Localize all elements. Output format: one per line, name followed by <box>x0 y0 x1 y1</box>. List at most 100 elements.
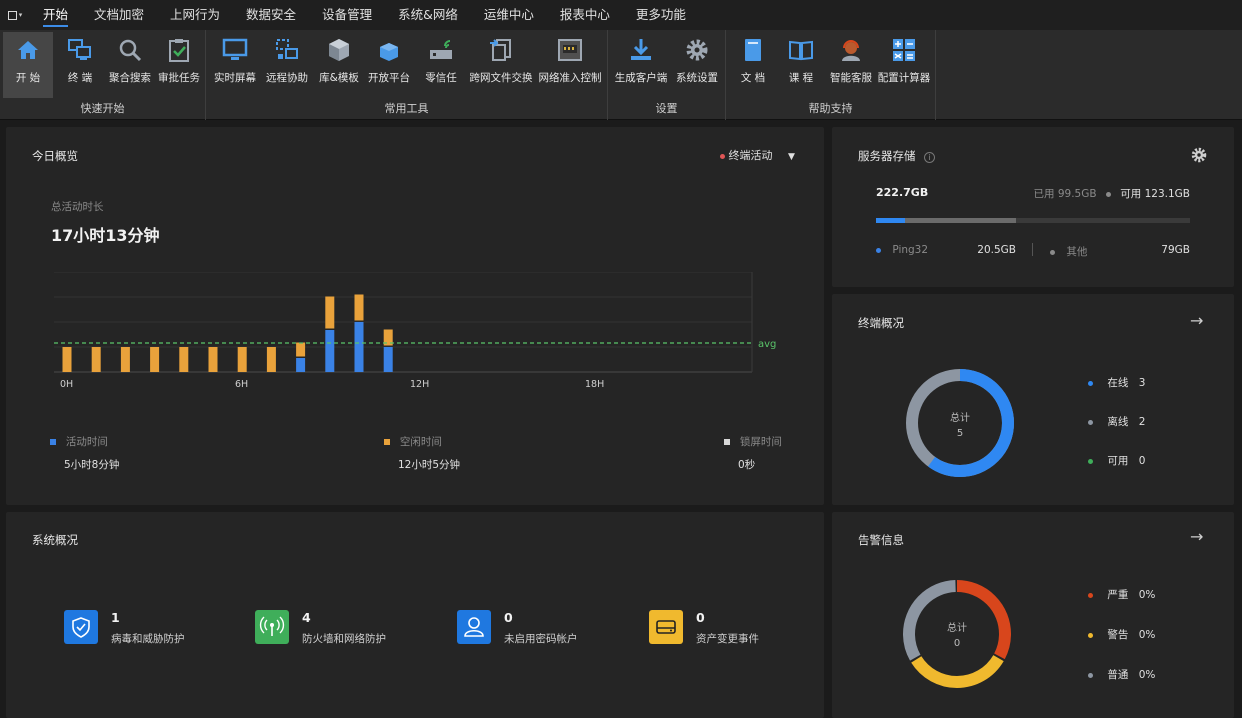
calculator-icon <box>893 39 915 61</box>
chart-bar <box>208 347 218 372</box>
legend-idle-value: 12小时5分钟 <box>398 459 461 471</box>
cross-net-file-label: 跨网文件交换 <box>469 72 533 84</box>
menu-device-mgmt[interactable]: 设备管理 <box>309 0 385 30</box>
remote-icon <box>276 39 298 59</box>
shield-icon <box>64 610 98 644</box>
monitor-icon <box>222 38 248 60</box>
chart-bar <box>296 358 306 372</box>
card-label: 病毒和威胁防护 <box>111 633 185 645</box>
menu-more[interactable]: 更多功能 <box>623 0 699 30</box>
chart-bar <box>266 347 276 372</box>
network-access-button[interactable]: 网络准入控制 <box>536 32 604 98</box>
menu-start[interactable]: 开始 <box>30 0 81 30</box>
aggregate-search-button[interactable]: 聚合搜索 <box>105 32 155 98</box>
chart-bar <box>150 347 160 372</box>
book-icon <box>745 39 761 61</box>
open-book-icon <box>789 40 813 61</box>
legend-dot <box>1088 593 1093 598</box>
library-template-button[interactable]: 库&模板 <box>314 32 364 98</box>
total-duration-value: 17小时13分钟 <box>51 226 160 245</box>
config-calculator-label: 配置计算器 <box>877 72 931 84</box>
start-button[interactable]: 开 始 <box>3 32 53 98</box>
arrow-right-icon[interactable]: → <box>1190 311 1203 330</box>
donut-center-label: 总计 <box>950 411 970 424</box>
library-template-label: 库&模板 <box>319 72 359 84</box>
ribbon-group-settings: 生成客户端 系统设置 设置 <box>608 30 726 120</box>
card-label: 防火墙和网络防护 <box>302 633 386 645</box>
realtime-screen-button[interactable]: 实时屏幕 <box>210 32 260 98</box>
chevron-down-icon: ▼ <box>788 152 795 162</box>
avail-label: 可用 <box>1120 188 1142 200</box>
legend-value: 0% <box>1138 669 1156 681</box>
divider <box>1032 243 1033 256</box>
generate-client-button[interactable]: 生成客户端 <box>612 32 670 98</box>
arrow-right-icon[interactable]: → <box>1190 527 1203 546</box>
menu-data-security[interactable]: 数据安全 <box>233 0 309 30</box>
server-storage-panel: 服务器存储 i 222.7GB 已用 99.5GB 可用 123.1GB Pin… <box>832 127 1234 287</box>
card-count: 0 <box>504 610 513 625</box>
monitors-icon <box>68 39 91 60</box>
terminal-donut: 总计 5 <box>906 369 1014 477</box>
info-icon[interactable]: i <box>924 152 936 163</box>
ribbon-group-label: 常用工具 <box>384 102 429 115</box>
activity-filter-dropdown[interactable]: 终端活动 ▼ <box>720 147 795 163</box>
storage-total: 222.7GB <box>876 186 929 199</box>
chart-bar <box>354 294 364 321</box>
system-title: 系统概况 <box>32 533 78 547</box>
terminal-available-row: 可用 0 <box>1088 453 1145 468</box>
smart-service-button[interactable]: 智能客服 <box>826 32 876 98</box>
terminal-button[interactable]: 终 端 <box>57 32 103 98</box>
separator-dot <box>1105 192 1111 197</box>
menu-ops-center[interactable]: 运维中心 <box>471 0 547 30</box>
legend-idle: 空闲时间 12小时5分钟 <box>384 434 460 472</box>
home-icon <box>18 41 38 59</box>
zero-trust-button[interactable]: 零信任 <box>416 32 466 98</box>
menu-doc-encrypt[interactable]: 文档加密 <box>81 0 157 30</box>
menu-report-center[interactable]: 报表中心 <box>547 0 623 30</box>
ribbon-group-label: 快速开始 <box>80 102 125 115</box>
approval-task-button[interactable]: 审批任务 <box>155 32 203 98</box>
file-transfer-icon <box>490 39 511 61</box>
cross-net-file-button[interactable]: 跨网文件交换 <box>468 32 534 98</box>
course-label: 课 程 <box>788 72 814 84</box>
menu-web-behavior[interactable]: 上网行为 <box>157 0 233 30</box>
docs-button[interactable]: 文 档 <box>730 32 776 98</box>
legend-name: 可用 <box>1107 455 1129 467</box>
legend-dot <box>1088 673 1093 678</box>
system-settings-button[interactable]: 系统设置 <box>672 32 722 98</box>
terminal-title: 终端概况 <box>858 316 904 330</box>
course-button[interactable]: 课 程 <box>778 32 824 98</box>
access-control-icon <box>558 39 582 61</box>
remote-assist-button[interactable]: 远程协助 <box>262 32 312 98</box>
card-count: 0 <box>696 610 705 625</box>
legend-name: 在线 <box>1107 377 1129 389</box>
legend-active: 活动时间 5小时8分钟 <box>50 434 119 472</box>
legend-dot <box>1088 459 1093 464</box>
legend-active-value: 5小时8分钟 <box>64 459 120 471</box>
chart-bar <box>354 322 364 372</box>
legend-lock: 锁屏时间 0秒 <box>724 434 782 472</box>
storage-ping-fill <box>876 218 905 223</box>
chart-bar <box>179 347 189 372</box>
legend-swatch <box>724 439 730 445</box>
ribbon-group-label: 帮助支持 <box>808 102 853 115</box>
app-menu-button[interactable]: ▾ <box>0 0 30 30</box>
card-count: 1 <box>111 610 120 625</box>
legend-name: 警告 <box>1107 629 1129 641</box>
alert-normal-row: 普通 0% <box>1088 667 1155 682</box>
realtime-screen-label: 实时屏幕 <box>214 72 256 84</box>
start-button-label: 开 始 <box>15 72 41 84</box>
storage-item-value: 20.5GB <box>977 244 1016 256</box>
terminal-offline-row: 离线 2 <box>1088 414 1145 429</box>
card-label: 未启用密码帐户 <box>504 633 578 645</box>
storage-item-other: 其他 79GB <box>1050 244 1190 259</box>
menu-system-network[interactable]: 系统&网络 <box>385 0 471 30</box>
docs-label: 文 档 <box>740 72 766 84</box>
config-calculator-button[interactable]: 配置计算器 <box>876 32 932 98</box>
ribbon-group-tools: 实时屏幕 远程协助 库&模板 开放平台 零信任 跨网文件交换 网络准入控制 常用… <box>206 30 608 120</box>
open-platform-button[interactable]: 开放平台 <box>364 32 414 98</box>
legend-lock-label: 锁屏时间 <box>739 436 782 448</box>
gear-icon[interactable] <box>1190 146 1208 164</box>
ribbon-group-label: 设置 <box>655 102 678 115</box>
ribbon-toolbar: 开 始 终 端 聚合搜索 审批任务 快速开始 实时屏幕 远程协助 库&模板 开放… <box>0 30 1242 120</box>
